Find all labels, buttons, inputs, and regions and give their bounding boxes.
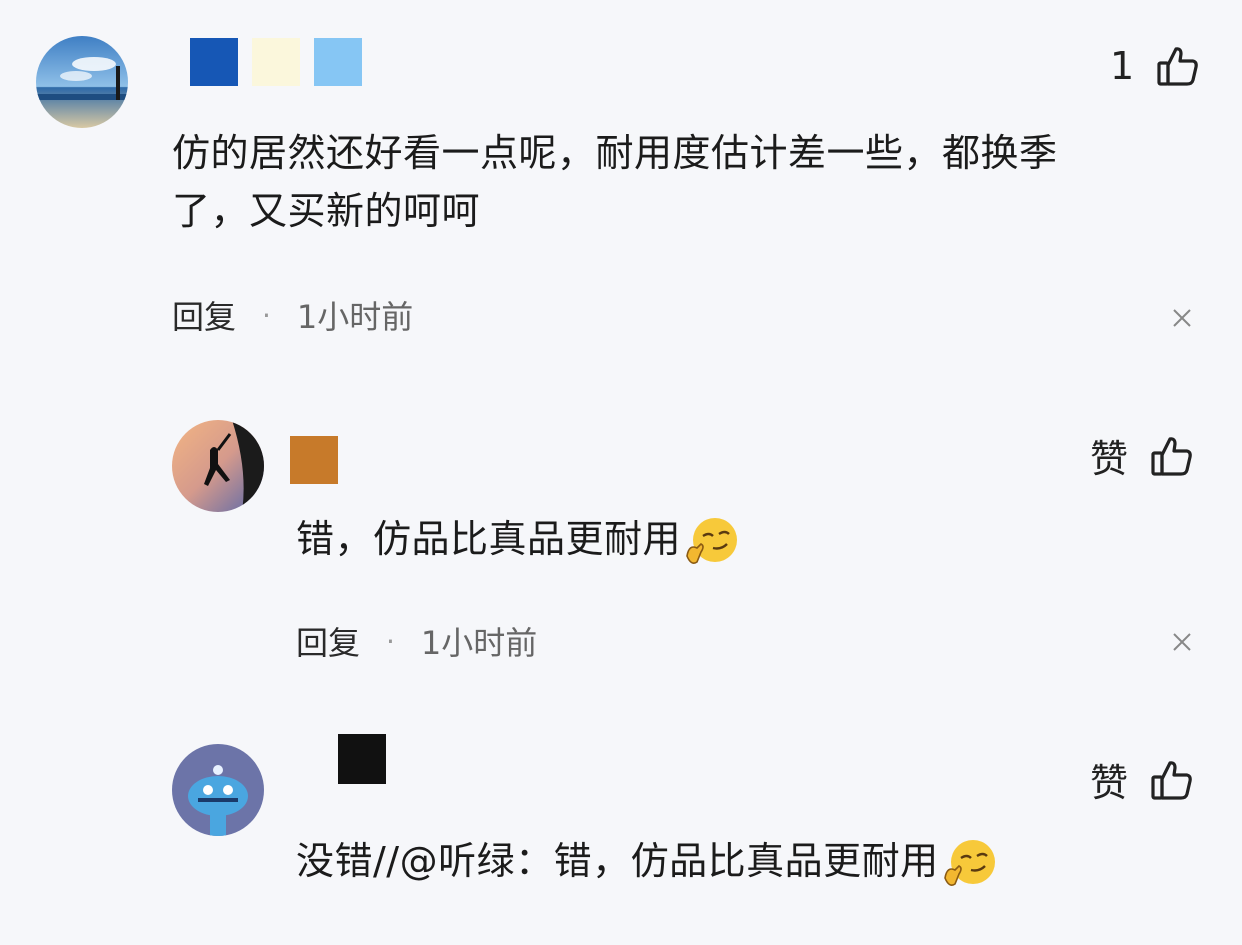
- like-count: 1: [1110, 44, 1135, 88]
- comment-text: 错，仿品比真品更耐用: [296, 510, 739, 570]
- redaction-block: [338, 734, 386, 784]
- smirk-emoji-icon: [683, 514, 739, 570]
- close-icon[interactable]: [1172, 632, 1192, 652]
- avatar[interactable]: [172, 744, 264, 836]
- reply-button[interactable]: 回复: [172, 292, 236, 338]
- redaction-block: [314, 38, 362, 86]
- smirk-emoji-icon: [941, 836, 997, 892]
- comment-text-line: 仿的居然还好看一点呢，耐用度估计差一些，都换季: [172, 131, 1058, 175]
- like-button[interactable]: 1: [1110, 44, 1200, 88]
- redaction-block: [252, 38, 300, 86]
- timestamp: 1小时前: [420, 624, 538, 662]
- comment-thread: 1 仿的居然还好看一点呢，耐用度估计差一些，都换季 了，又买新的呵呵 回复 · …: [0, 0, 1242, 945]
- timestamp: 1小时前: [296, 298, 414, 336]
- separator-dot: ·: [386, 624, 395, 658]
- thumbs-up-icon: [1150, 434, 1194, 478]
- comment-meta: 回复 · 1小时前: [172, 292, 413, 338]
- redaction-block: [290, 436, 338, 484]
- avatar[interactable]: [36, 36, 128, 128]
- like-label: 赞: [1090, 437, 1129, 481]
- comment-text: 没错//@听绿：错，仿品比真品更耐用: [296, 832, 997, 892]
- avatar[interactable]: [172, 420, 264, 512]
- thumbs-up-icon: [1156, 44, 1200, 88]
- comment-text: 仿的居然还好看一点呢，耐用度估计差一些，都换季 了，又买新的呵呵: [172, 124, 1212, 240]
- comment-text-line: 了，又买新的呵呵: [172, 189, 481, 233]
- separator-dot: ·: [262, 298, 271, 332]
- username-redacted[interactable]: [190, 38, 362, 86]
- comment-text-body: 没错//@听绿：错，仿品比真品更耐用: [296, 839, 939, 883]
- like-label: 赞: [1090, 761, 1129, 805]
- redaction-block: [190, 38, 238, 86]
- reply-button[interactable]: 回复: [296, 618, 360, 664]
- username-redacted[interactable]: [338, 734, 386, 784]
- like-button[interactable]: 赞: [1090, 428, 1194, 483]
- comment-meta: 回复 · 1小时前: [296, 618, 537, 664]
- username-redacted[interactable]: [290, 436, 338, 484]
- close-icon[interactable]: [1172, 308, 1192, 328]
- thumbs-up-icon: [1150, 758, 1194, 802]
- like-button[interactable]: 赞: [1090, 752, 1194, 807]
- comment-text-body: 错，仿品比真品更耐用: [296, 517, 682, 561]
